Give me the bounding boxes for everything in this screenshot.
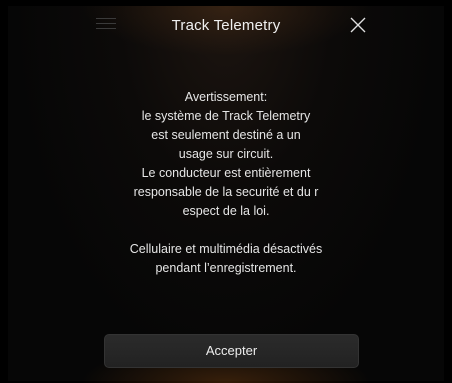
info-line: Cellulaire et multimédia désactivés — [129, 242, 323, 256]
warning-line: usage sur circuit. — [178, 147, 274, 161]
warning-line: Avertissement: — [184, 90, 268, 104]
warning-line: le système de Track Telemetry — [141, 109, 311, 123]
left-border — [0, 0, 8, 383]
telemetry-warning-screen: Track Telemetry Avertissement: le systèm… — [0, 0, 452, 383]
warning-line: est seulement destiné a un — [151, 128, 301, 142]
accept-button[interactable]: Accepter — [104, 334, 359, 368]
page-title: Track Telemetry — [171, 17, 281, 34]
warning-line: responsable de la securité et du r — [133, 185, 319, 199]
menu-icon-bar — [96, 23, 116, 24]
close-icon[interactable] — [349, 16, 367, 34]
message-spacer — [90, 221, 362, 240]
menu-icon-bar — [96, 28, 116, 29]
right-border — [444, 0, 452, 383]
warning-line: espect de la loi. — [182, 204, 270, 218]
close-icon-glyph — [350, 17, 366, 33]
warning-line: Le conducteur est entièrement — [141, 166, 311, 180]
info-line: pendant l’enregistrement. — [155, 261, 297, 275]
warning-message: Avertissement: le système de Track Telem… — [90, 88, 362, 278]
menu-icon — [96, 18, 116, 34]
menu-icon-bar — [96, 18, 116, 19]
